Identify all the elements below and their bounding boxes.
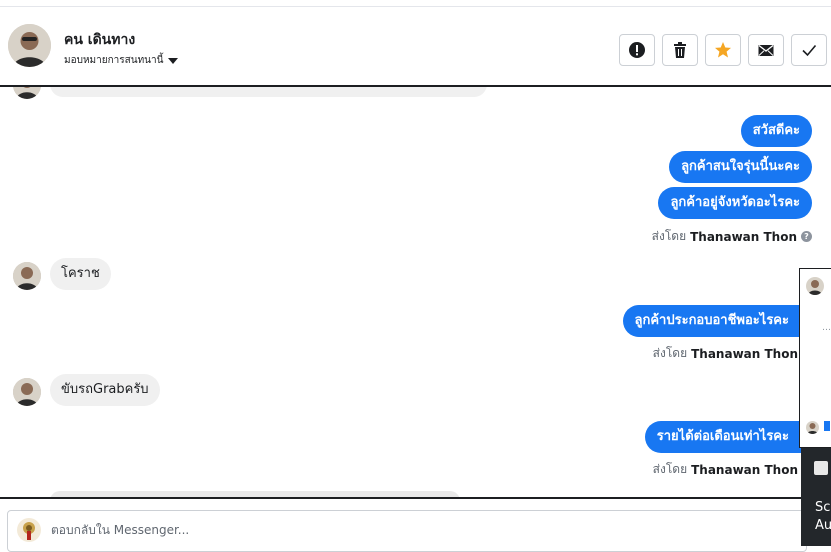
outgoing-message[interactable]: ลูกค้าอยู่จังหวัดอะไรคะ	[658, 187, 812, 219]
sent-by-agent: Thanawan Thon	[690, 229, 797, 244]
composer	[0, 499, 831, 552]
mark-unread-button[interactable]	[748, 34, 784, 66]
assign-label: มอบหมายการสนทนานี้	[64, 55, 164, 66]
app-icon	[814, 461, 828, 475]
mark-done-button[interactable]	[791, 34, 827, 66]
sent-by-agent: Thanawan Thon	[691, 462, 798, 477]
ellipsis-icon: …	[822, 323, 831, 333]
reply-input[interactable]	[51, 523, 751, 537]
incoming-message[interactable]: ขับรถGrabครับ	[50, 374, 160, 406]
contact-avatar[interactable]	[8, 24, 51, 67]
sent-by-label: ส่งโดย Thanawan Thon ?	[652, 227, 812, 246]
outgoing-message[interactable]: สวัสดีคะ	[740, 115, 812, 147]
contact-avatar-small	[13, 87, 41, 99]
trash-icon	[674, 42, 686, 58]
contact-name[interactable]: คน เดินทาง	[64, 29, 135, 51]
toast-text: Au	[815, 518, 831, 533]
contact-avatar-small	[13, 262, 41, 290]
contact-avatar-small	[13, 378, 41, 406]
delete-button[interactable]	[662, 34, 698, 66]
assign-conversation-dropdown[interactable]: มอบหมายการสนทนานี้	[64, 53, 179, 68]
notification-toast[interactable]: Sc Au	[801, 448, 831, 546]
contact-avatar-small	[806, 277, 824, 295]
page-avatar	[17, 518, 41, 542]
top-strip	[0, 0, 831, 7]
outgoing-message[interactable]: รายได้ต่อเดือนเท่าไรคะ	[644, 421, 801, 453]
message-thread[interactable]: สวัสดีคะ ลูกค้าสนใจรุ่นนี้นะคะ ลูกค้าอยู…	[0, 87, 831, 497]
outgoing-message[interactable]: ลูกค้าสนใจรุ่นนี้นะคะ	[669, 151, 812, 183]
conversation-header: คน เดินทาง มอบหมายการสนทนานี้	[0, 7, 831, 85]
star-icon	[715, 42, 731, 58]
star-button[interactable]	[705, 34, 741, 66]
sent-by-prefix: ส่งโดย	[652, 346, 688, 360]
help-icon[interactable]: ?	[801, 231, 812, 242]
toast-text: Sc	[815, 500, 831, 515]
incoming-message[interactable]: โคราช	[50, 258, 111, 290]
floating-popup[interactable]: …	[799, 268, 831, 448]
mark-spam-button[interactable]	[619, 34, 655, 66]
outgoing-message[interactable]: ลูกค้าประกอบอาชีพอะไรคะ	[622, 305, 801, 337]
list-item	[50, 87, 487, 97]
envelope-icon	[758, 44, 774, 56]
sent-by-label: ส่งโดย Thanawan Thon	[653, 460, 798, 479]
spam-icon	[629, 42, 645, 58]
chevron-down-icon	[168, 57, 179, 64]
sent-by-prefix: ส่งโดย	[652, 462, 688, 476]
sent-by-agent: Thanawan Thon	[691, 346, 798, 361]
sent-by-label: ส่งโดย Thanawan Thon	[653, 344, 798, 363]
check-icon	[802, 44, 817, 57]
sent-by-prefix: ส่งโดย	[651, 229, 687, 243]
status-badge	[824, 421, 830, 431]
contact-avatar-small	[806, 421, 819, 434]
